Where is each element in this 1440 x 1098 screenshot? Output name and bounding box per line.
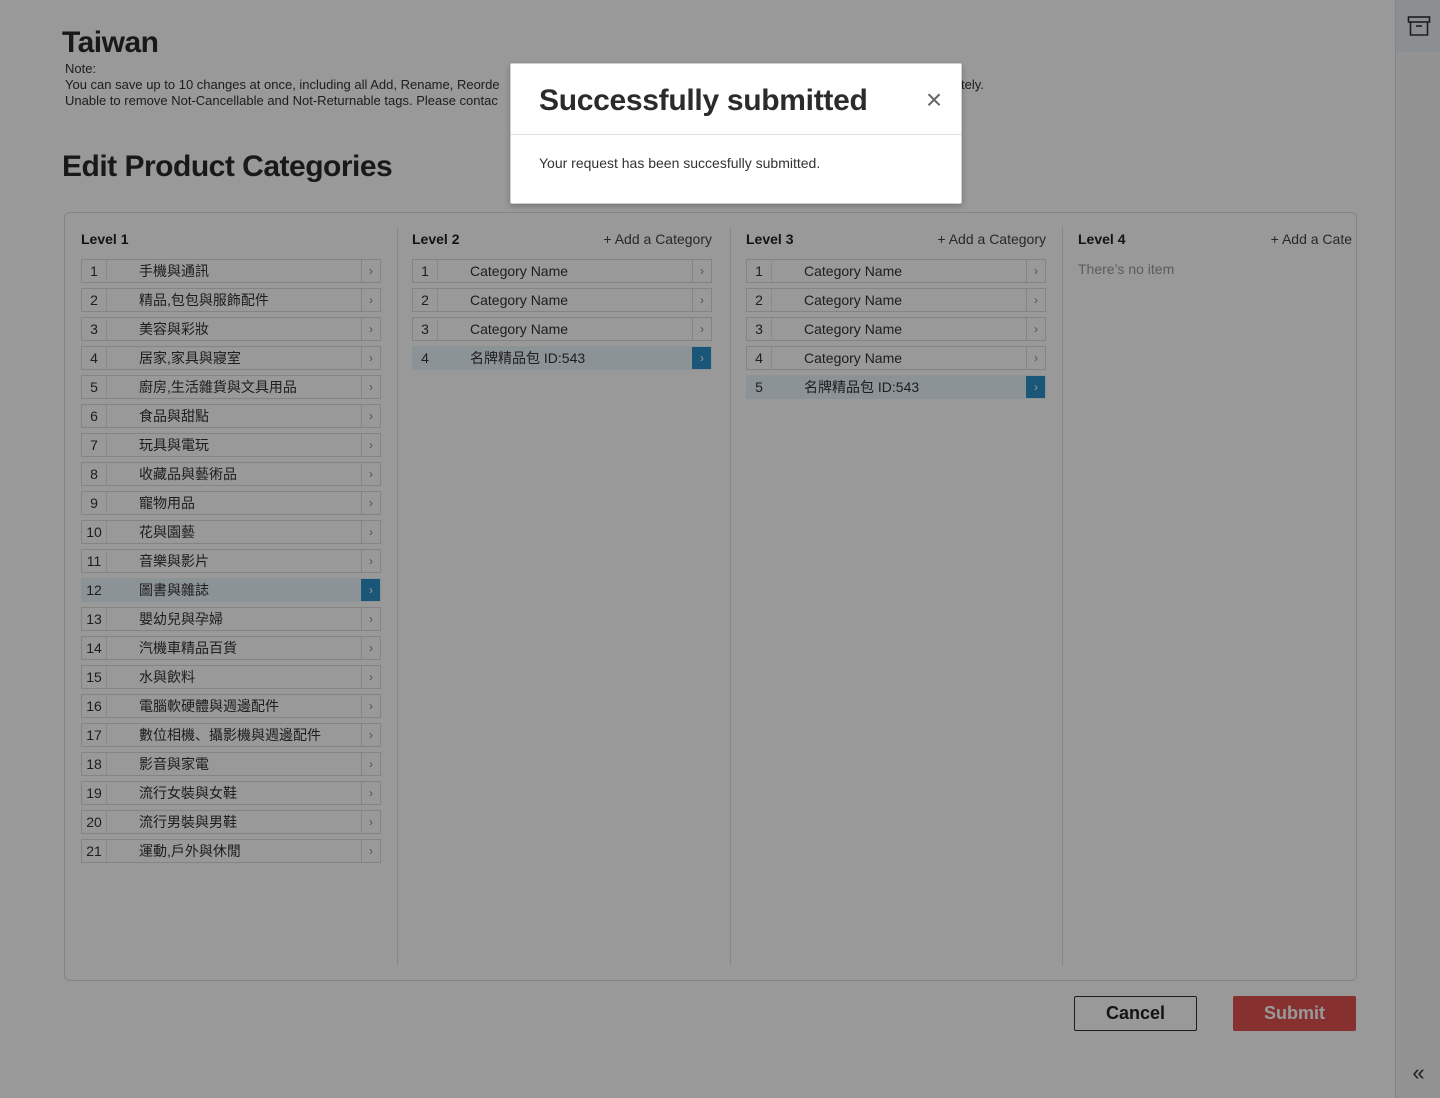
success-dialog: Successfully submitted × Your request ha… bbox=[510, 63, 962, 204]
dialog-header: Successfully submitted × bbox=[511, 64, 961, 135]
close-icon[interactable]: × bbox=[923, 86, 945, 114]
dialog-title: Successfully submitted bbox=[539, 84, 868, 117]
dialog-message: Your request has been succesfully submit… bbox=[539, 155, 821, 171]
